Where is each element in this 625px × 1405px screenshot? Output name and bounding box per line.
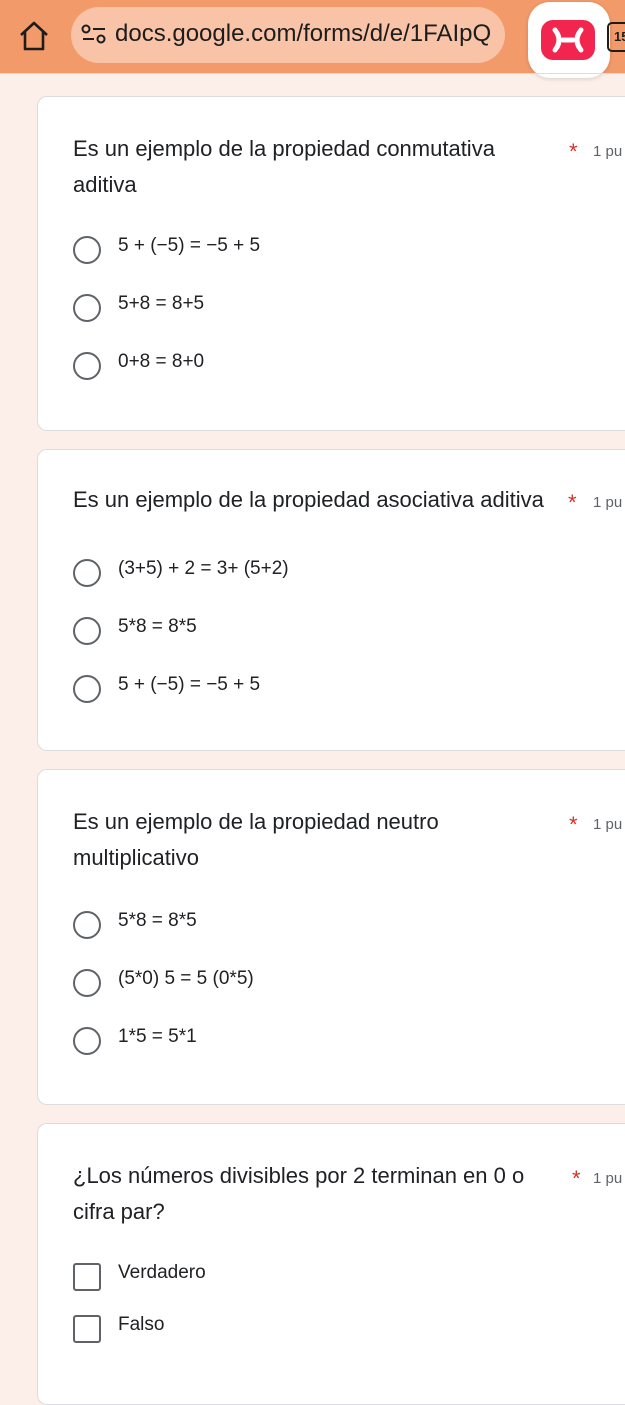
question-points: 1 pu <box>593 1170 623 1187</box>
question-title: Es un ejemplo de la propiedad asociativa… <box>73 487 544 512</box>
option-label: (3+5) + 2 = 3+ (5+2) <box>118 558 289 579</box>
extension-icon <box>541 20 595 60</box>
question-points: 1 pu <box>593 816 623 833</box>
checkbox[interactable] <box>73 1315 101 1343</box>
question-card: Es un ejemplo de la propiedad conmutativ… <box>37 96 625 431</box>
home-icon[interactable] <box>17 19 51 53</box>
browser-toolbar: docs.google.com/forms/d/e/1FAIpQ 15 <box>0 0 625 78</box>
question-title: Es un ejemplo de la propiedad neutro mul… <box>73 809 439 870</box>
checkbox[interactable] <box>73 1263 101 1291</box>
option-label: 5*8 = 8*5 <box>118 616 197 637</box>
radio-button[interactable] <box>73 352 101 380</box>
question-card: ¿Los números divisibles por 2 terminan e… <box>37 1123 625 1405</box>
question-points: 1 pu <box>593 494 623 511</box>
option-label: (5*0) 5 = 5 (0*5) <box>118 968 254 989</box>
radio-button[interactable] <box>73 675 101 703</box>
option-label: 5 + (−5) = −5 + 5 <box>118 235 261 256</box>
question-points: 1 pu <box>593 143 623 160</box>
question-title: Es un ejemplo de la propiedad conmutativ… <box>73 136 495 197</box>
option-label: 5+8 = 8+5 <box>118 293 205 314</box>
question-title: ¿Los números divisibles por 2 terminan e… <box>73 1163 525 1224</box>
radio-button[interactable] <box>73 294 101 322</box>
option-label: Falso <box>118 1314 165 1335</box>
required-asterisk: * <box>568 490 577 515</box>
question-card: Es un ejemplo de la propiedad asociativa… <box>37 449 625 751</box>
toolbar-divider <box>0 73 625 74</box>
radio-button[interactable] <box>73 911 101 939</box>
radio-button[interactable] <box>73 1027 101 1055</box>
site-settings-icon[interactable] <box>81 24 107 46</box>
option-label: 5 + (−5) = −5 + 5 <box>118 674 261 695</box>
radio-button[interactable] <box>73 236 101 264</box>
question-card: Es un ejemplo de la propiedad neutro mul… <box>37 769 625 1105</box>
extension-button[interactable] <box>528 2 610 78</box>
required-asterisk: * <box>569 812 578 837</box>
radio-button[interactable] <box>73 559 101 587</box>
required-asterisk: * <box>569 139 578 164</box>
url-bar[interactable]: docs.google.com/forms/d/e/1FAIpQ <box>71 7 505 63</box>
url-text: docs.google.com/forms/d/e/1FAIpQ <box>115 20 492 47</box>
tab-count-badge[interactable]: 15 <box>607 22 625 52</box>
radio-button[interactable] <box>73 969 101 997</box>
option-label: 5*8 = 8*5 <box>118 910 197 931</box>
option-label: 1*5 = 5*1 <box>118 1026 197 1047</box>
option-label: 0+8 = 8+0 <box>118 351 205 372</box>
option-label: Verdadero <box>118 1262 206 1283</box>
radio-button[interactable] <box>73 617 101 645</box>
required-asterisk: * <box>572 1166 581 1191</box>
